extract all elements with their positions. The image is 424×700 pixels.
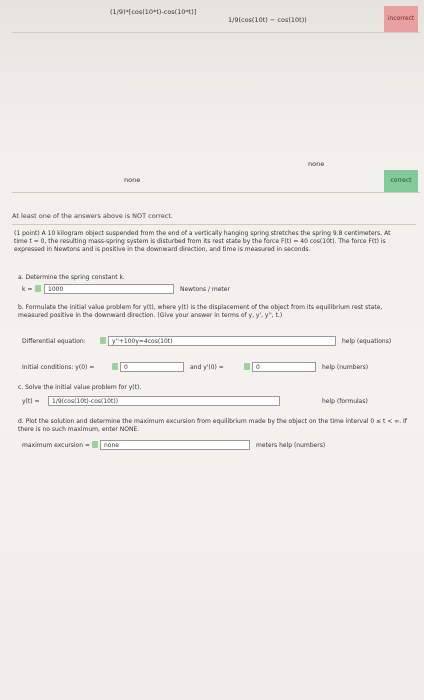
help-numbers-link[interactable]: help (numbers)	[322, 364, 368, 371]
status-badge-correct: correct	[384, 170, 418, 192]
correct-check-icon	[35, 285, 41, 292]
initial-velocity-input[interactable]: 0	[252, 362, 316, 372]
part-a-prompt: a. Determine the spring constant k.	[18, 274, 125, 281]
problem-intro: (1 point) A 10 kilogram object suspended…	[14, 230, 391, 253]
de-label: Differential equation:	[22, 338, 86, 345]
correct-check-icon	[112, 363, 118, 370]
answer-preview: 1/9(cos(10t) − cos(10t))	[228, 16, 307, 24]
spring-constant-input[interactable]: 1000	[44, 284, 174, 294]
part-b-prompt: b. Formulate the initial value problem f…	[18, 304, 383, 319]
correct-check-icon	[92, 441, 98, 448]
divider	[12, 224, 416, 225]
k-units: Newtons / meter	[180, 286, 230, 293]
answer-preview: none	[308, 160, 325, 168]
result-row-2: none none correct	[12, 150, 420, 193]
max-excursion-input[interactable]: none	[100, 440, 250, 450]
status-badge-incorrect: incorrect	[384, 6, 418, 32]
solution-label: y(t) =	[22, 398, 40, 405]
result-row-1: (1/9)*[cos(10*t)-cos(10*t)] 1/9(cos(10t)…	[12, 6, 420, 33]
differential-equation-input[interactable]: y''+100y=4cos(10t)	[108, 336, 336, 346]
page: (1/9)*[cos(10*t)-cos(10*t)] 1/9(cos(10t)…	[0, 0, 424, 700]
help-formulas-link[interactable]: help (formulas)	[322, 398, 368, 405]
entered-answer: (1/9)*[cos(10*t)-cos(10*t)]	[110, 8, 197, 16]
correct-check-icon	[100, 337, 106, 344]
part-c-prompt: c. Solve the initial value problem for y…	[18, 384, 142, 391]
ic-and-label: and y'(0) =	[190, 364, 224, 371]
correct-check-icon	[244, 363, 250, 370]
entered-answer: none	[124, 176, 141, 184]
solution-input[interactable]: 1/9(cos(10t)-cos(10t))	[48, 396, 280, 406]
feedback-banner: At least one of the answers above is NOT…	[12, 212, 173, 220]
ic-label: Initial conditions: y(0) =	[22, 364, 95, 371]
k-label: k =	[22, 286, 33, 293]
initial-position-input[interactable]: 0	[120, 362, 184, 372]
results-table: (1/9)*[cos(10*t)-cos(10*t)] 1/9(cos(10t)…	[12, 0, 420, 196]
help-equations-link[interactable]: help (equations)	[342, 338, 391, 345]
max-excursion-help[interactable]: meters help (numbers)	[256, 442, 325, 449]
max-excursion-label: maximum excursion =	[22, 442, 90, 449]
part-d-prompt: d. Plot the solution and determine the m…	[18, 418, 407, 433]
